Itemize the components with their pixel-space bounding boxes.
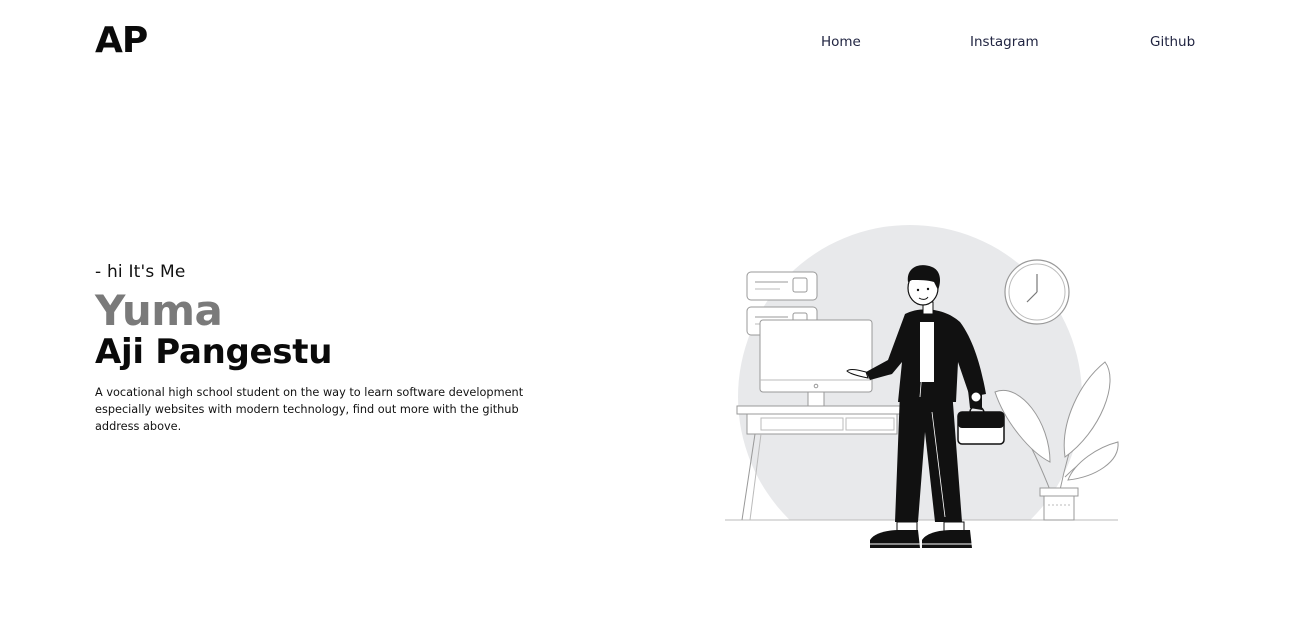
- clock-icon: [1004, 259, 1070, 325]
- nav-link-instagram[interactable]: Instagram: [970, 34, 1039, 50]
- briefcase-icon: [957, 405, 1005, 445]
- nav-link-github[interactable]: Github: [1150, 34, 1195, 50]
- main-nav: Home Instagram Github: [0, 34, 1310, 54]
- hero-description: A vocational high school student on the …: [95, 386, 524, 433]
- first-name: Yuma: [95, 286, 223, 335]
- person-at-desk-illustration: [720, 225, 1120, 557]
- nav-link-home[interactable]: Home: [821, 34, 861, 50]
- hero-section: - hi It's Me Yuma Aji Pangestu A vocatio…: [95, 262, 535, 435]
- greeting-text: - hi It's Me: [95, 262, 186, 282]
- last-name: Aji Pangestu: [95, 332, 333, 372]
